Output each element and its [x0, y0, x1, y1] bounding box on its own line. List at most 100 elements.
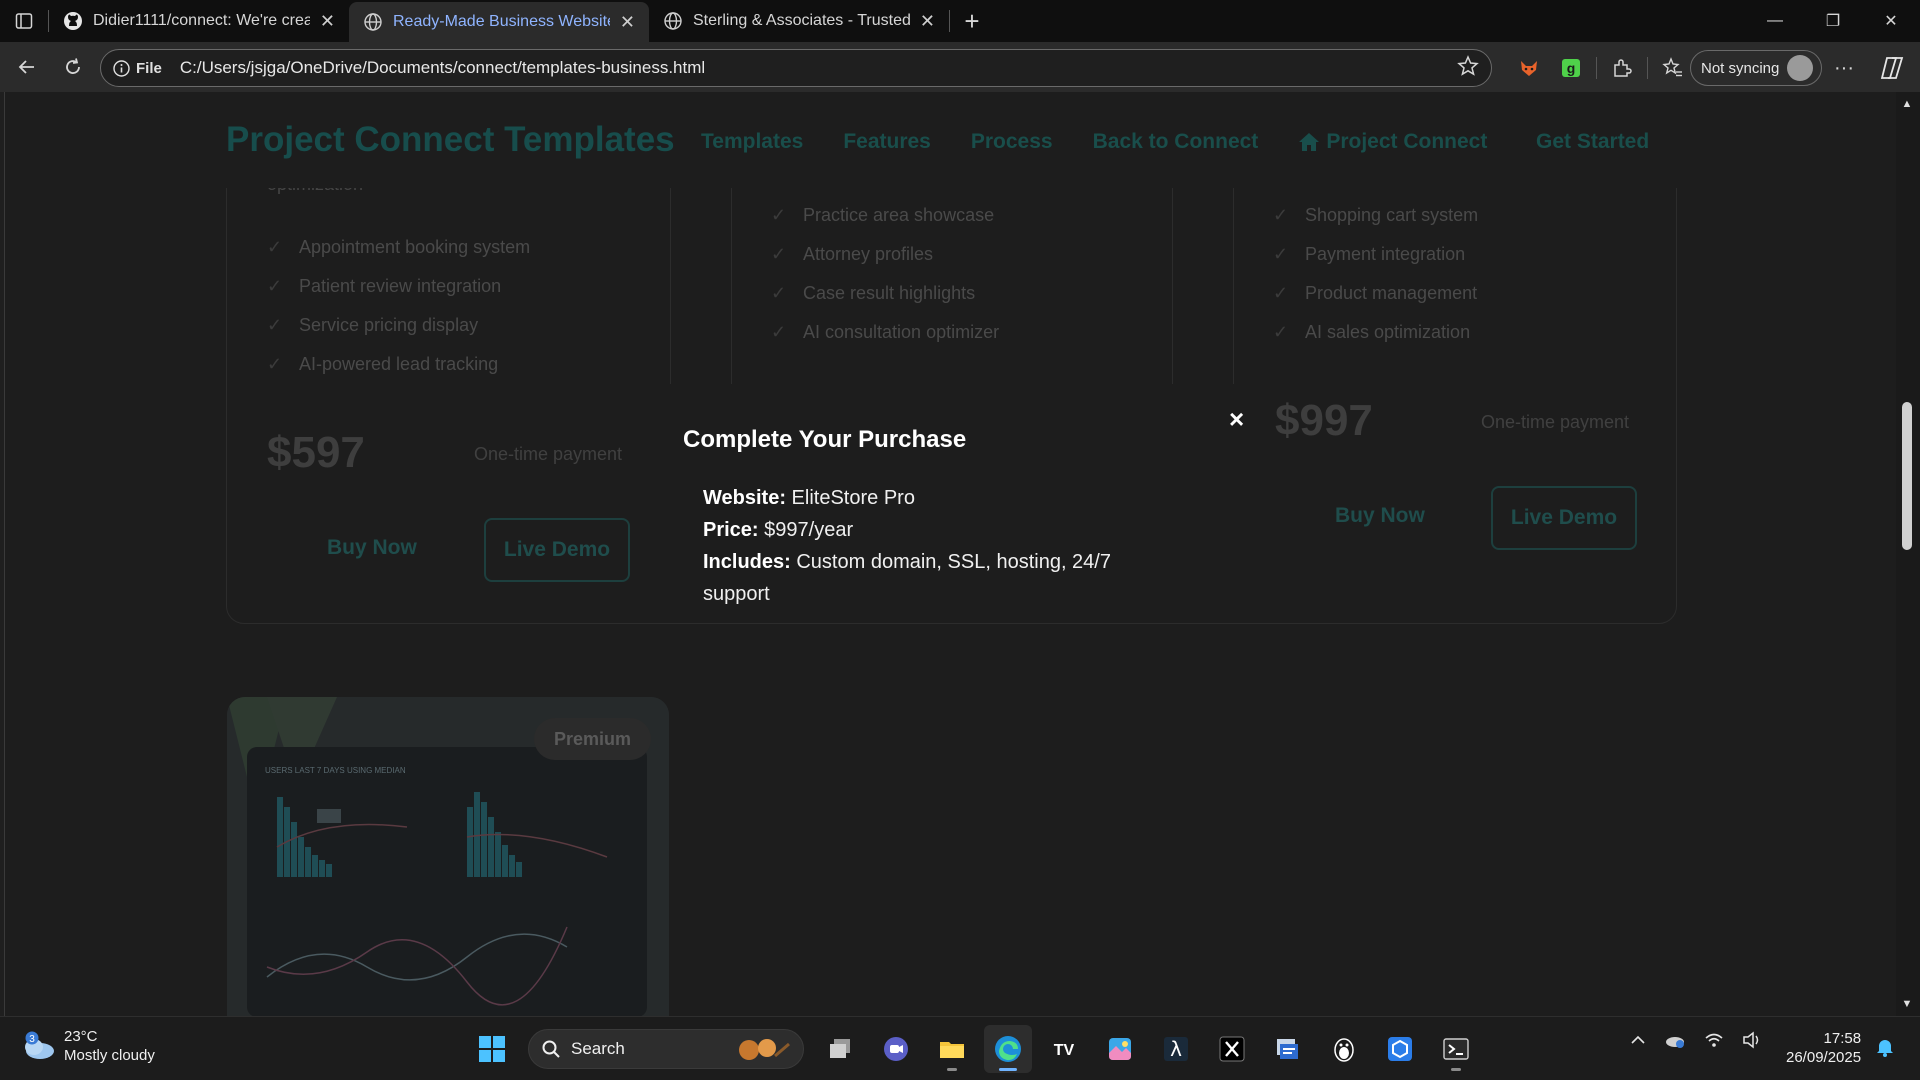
list-item: ✓ Shopping cart system: [1273, 205, 1479, 225]
live-demo-button[interactable]: Live Demo: [484, 518, 630, 582]
windows-logo-icon: [479, 1036, 505, 1062]
wifi-icon[interactable]: [1704, 1031, 1724, 1054]
modal-price-value: $997/year: [764, 519, 854, 541]
modal-title: Complete Your Purchase: [683, 426, 967, 453]
nav-project-connect[interactable]: Project Connect: [1298, 130, 1487, 154]
window-controls: — ❐ ✕: [1746, 0, 1920, 42]
onedrive-icon[interactable]: [1664, 1031, 1686, 1054]
vertical-scrollbar[interactable]: ▲ ▼: [1896, 92, 1920, 1016]
scrollbar-thumb[interactable]: [1902, 402, 1912, 550]
close-icon[interactable]: ×: [1229, 404, 1244, 435]
minimize-button[interactable]: —: [1746, 0, 1804, 42]
list-item: ✓ Patient review integration: [267, 276, 502, 296]
check-icon: ✓: [771, 283, 787, 303]
tradingview-icon[interactable]: TV: [1040, 1025, 1088, 1073]
search-icon: [542, 1040, 560, 1058]
file-explorer-icon[interactable]: [928, 1025, 976, 1073]
clock-date: 26/09/2025: [1786, 1049, 1862, 1066]
close-icon[interactable]: ✕: [620, 12, 635, 33]
refresh-button[interactable]: [50, 47, 96, 87]
get-started-button[interactable]: Get Started: [1536, 130, 1649, 154]
buy-now-button[interactable]: Buy Now: [1335, 504, 1425, 528]
edge-browser-icon[interactable]: [984, 1025, 1032, 1073]
modal-website-row: Website: EliteStore Pro: [703, 487, 915, 509]
close-window-button[interactable]: ✕: [1862, 0, 1920, 42]
favorites-icon[interactable]: [1656, 51, 1690, 85]
scheme-label: File: [136, 59, 162, 77]
list-item: ✓ Appointment booking system: [267, 237, 531, 257]
scroll-down-arrow-icon[interactable]: ▼: [1900, 998, 1914, 1010]
tab-strip: Didier1111/connect: We're creatin ✕ Read…: [0, 0, 1920, 42]
home-icon: [1299, 133, 1320, 151]
penguin-app-icon[interactable]: [1320, 1025, 1368, 1073]
refresh-icon: [66, 58, 80, 74]
restore-button[interactable]: ❐: [1804, 0, 1862, 42]
modal-price-row: Price: $997/year: [703, 519, 854, 541]
sidebar-toggle-button[interactable]: [0, 0, 48, 42]
close-icon[interactable]: ✕: [920, 11, 935, 32]
extensions-area: g: [1500, 49, 1690, 87]
list-item: ✓ Case result highlights: [771, 283, 976, 303]
check-icon: ✓: [267, 354, 283, 374]
lambda-app-icon[interactable]: λ: [1152, 1025, 1200, 1073]
terminal-icon[interactable]: [1432, 1025, 1480, 1073]
nav-features[interactable]: Features: [843, 130, 931, 154]
weather-widget[interactable]: 3 23°C Mostly cloudy: [20, 1027, 155, 1065]
scroll-up-arrow-icon[interactable]: ▲: [1900, 98, 1914, 110]
list-item: ✓ AI-powered lead tracking: [267, 354, 499, 374]
list-item: ✓ Attorney profiles: [771, 244, 934, 264]
check-icon: ✓: [1273, 283, 1289, 303]
toolbar-divider: [1596, 57, 1597, 79]
notification-bell-icon[interactable]: [1876, 1037, 1894, 1062]
volume-icon[interactable]: [1742, 1031, 1762, 1054]
more-options-icon[interactable]: ···: [1826, 50, 1862, 86]
grammarly-extension-icon[interactable]: g: [1554, 51, 1588, 85]
premium-badge: Premium: [534, 718, 652, 760]
profile-sync-button[interactable]: Not syncing: [1690, 50, 1823, 86]
web-content: optimization ✓Appointment booking system…: [4, 92, 1896, 1016]
tab-sterling[interactable]: Sterling & Associates - Trusted Le ✕: [649, 0, 949, 42]
toolbar-divider: [1647, 57, 1648, 79]
start-button[interactable]: [468, 1025, 516, 1073]
new-tab-button[interactable]: +: [950, 0, 994, 42]
info-icon: [113, 59, 130, 77]
favorite-star-icon[interactable]: [1457, 54, 1479, 82]
url-text[interactable]: C:/Users/jsjga/OneDrive/Documents/connec…: [180, 58, 1457, 78]
tab-github[interactable]: Didier1111/connect: We're creatin ✕: [49, 0, 349, 42]
nav-back-to-connect[interactable]: Back to Connect: [1093, 130, 1259, 154]
nav-process[interactable]: Process: [971, 130, 1053, 154]
buy-now-button[interactable]: Buy Now: [327, 536, 417, 560]
site-brand[interactable]: Project Connect Templates: [226, 120, 675, 160]
taskbar-apps: Search TV λ: [468, 1025, 1480, 1073]
chevron-up-icon[interactable]: [1630, 1032, 1646, 1053]
list-item: ✓ Service pricing display: [267, 315, 479, 335]
address-bar[interactable]: File C:/Users/jsjga/OneDrive/Documents/c…: [100, 49, 1492, 87]
site-info-button[interactable]: File: [113, 60, 162, 77]
hex-app-icon[interactable]: [1376, 1025, 1424, 1073]
x-app-icon[interactable]: [1208, 1025, 1256, 1073]
close-icon[interactable]: ✕: [320, 11, 335, 32]
card-feature-list: ✓ Practice area showcase ✓ Attorney profil…: [771, 196, 999, 352]
fox-extension-icon[interactable]: [1512, 51, 1546, 85]
tab-business-websites[interactable]: Ready-Made Business Websites - ✕: [349, 2, 649, 42]
photos-app-icon[interactable]: [1096, 1025, 1144, 1073]
tab-title: Didier1111/connect: We're creatin: [93, 12, 310, 29]
weather-desc: Mostly cloudy: [64, 1047, 155, 1064]
taskbar-search-input[interactable]: Search: [528, 1029, 804, 1069]
live-demo-button[interactable]: Live Demo: [1491, 486, 1637, 550]
weather-temp: 23°C: [64, 1028, 98, 1045]
extensions-puzzle-icon[interactable]: [1605, 51, 1639, 85]
news-app-icon[interactable]: [1264, 1025, 1312, 1073]
cloud-icon: 3: [20, 1031, 56, 1061]
teams-chat-icon[interactable]: [872, 1025, 920, 1073]
back-button[interactable]: [4, 47, 50, 87]
card-feature-list: ✓ Shopping cart system ✓ Payment integrati…: [1273, 196, 1478, 352]
copilot-icon[interactable]: [1872, 50, 1912, 86]
modal-body: Website: EliteStore Pro Price: $997/year…: [703, 482, 1163, 610]
card-price: $997: [1275, 396, 1373, 445]
search-label: Search: [571, 1039, 625, 1058]
taskbar-clock[interactable]: 17:58 26/09/2025: [1786, 1029, 1861, 1067]
nav-templates[interactable]: Templates: [701, 130, 803, 154]
task-view-icon[interactable]: [816, 1025, 864, 1073]
card-price: $597: [267, 428, 365, 477]
